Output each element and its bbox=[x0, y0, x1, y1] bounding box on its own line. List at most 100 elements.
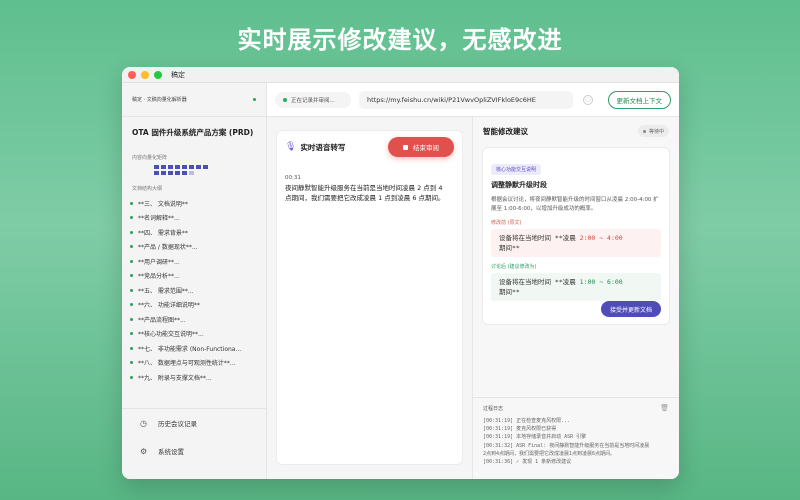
recording-dot-icon bbox=[283, 97, 287, 102]
vector-cell bbox=[203, 165, 208, 169]
before-highlight: 2:00 ~ 4:00 bbox=[579, 234, 623, 242]
outline-item[interactable]: **核心功能交互说明**... bbox=[130, 327, 258, 342]
outline-list: **三、 文档说明** **名词解释**... **四、 需求背景** **产品… bbox=[130, 196, 258, 385]
recording-status: 正在记录并审阅... bbox=[275, 91, 351, 108]
bullet-icon bbox=[130, 375, 133, 379]
after-label: 讨论后 (建议修改为) bbox=[491, 264, 537, 270]
bullet-icon bbox=[130, 201, 133, 205]
log-line: [00:31:19] 麦克风权限已获得 bbox=[483, 426, 557, 433]
vector-cell bbox=[168, 165, 173, 169]
hero-title: 实时展示修改建议，无感改进 bbox=[237, 26, 563, 54]
log-line: [00:31:32] ASR Final: 夜间静默智能升级服务在当前是当地时间… bbox=[483, 442, 650, 449]
history-meetings-link[interactable]: ◷ 历史会议记录 bbox=[122, 409, 266, 437]
system-settings-link[interactable]: ⚙ 系统设置 bbox=[122, 437, 266, 465]
outline-item[interactable]: **竞品分析**... bbox=[130, 269, 258, 284]
close-window-button[interactable] bbox=[128, 70, 136, 79]
suggestion-card-title: 调整静默升级时段 bbox=[491, 181, 547, 189]
bullet-icon bbox=[130, 332, 133, 336]
outline-item[interactable]: **五、 需求范围**... bbox=[130, 283, 258, 298]
log-line: [00:31:36] ✓ 发现 1 条新修改建议 bbox=[483, 459, 572, 466]
trash-icon[interactable]: 🗑 bbox=[660, 404, 669, 412]
outline-item[interactable]: **八、 数据埋点与可观测性统计**... bbox=[130, 356, 258, 371]
outline-item[interactable]: **名词解释**... bbox=[130, 211, 258, 226]
update-context-button[interactable]: 更新文档上下文 bbox=[607, 90, 671, 109]
before-text-box: 设备将在当地时间 **凌晨 2:00 ~ 4:00 期间** bbox=[491, 229, 661, 257]
vector-cell bbox=[161, 171, 166, 175]
after-text-box: 设备将在当地时间 **凌晨 1:00 ~ 6:00 期间** bbox=[491, 273, 661, 301]
bullet-icon bbox=[130, 259, 133, 263]
sidebar-footer: ◷ 历史会议记录 ⚙ 系统设置 bbox=[122, 408, 266, 465]
outline-item[interactable]: **产品 / 数据现状**... bbox=[130, 240, 258, 255]
gear-icon: ⚙ bbox=[140, 446, 148, 456]
outline-item[interactable]: **三、 文档说明** bbox=[130, 196, 258, 211]
sidebar-header: 稿定 · 文稿向量化解析器 bbox=[122, 83, 266, 117]
vector-cell bbox=[189, 171, 194, 175]
vector-cell bbox=[154, 171, 159, 175]
accept-and-update-button[interactable]: 接受并更新文档 bbox=[600, 301, 661, 317]
window-title: 稿定 bbox=[171, 70, 185, 79]
document-url-field[interactable]: https://my.feishu.cn/wiki/P21VwvOpliZVIF… bbox=[359, 90, 573, 109]
title-bar: 稿定 bbox=[122, 67, 679, 83]
outline-item[interactable]: **用户调研**... bbox=[130, 254, 258, 269]
bullet-icon bbox=[130, 288, 133, 292]
status-dot-icon bbox=[642, 129, 646, 133]
bullet-icon bbox=[130, 361, 133, 365]
log-line: 2点到4点期间，我们需要把它改成凌晨1点到凌晨6点期间。 bbox=[483, 450, 616, 457]
bullet-icon bbox=[130, 216, 133, 220]
minimize-window-button[interactable] bbox=[141, 70, 149, 79]
bullet-icon bbox=[130, 303, 133, 307]
vector-cell bbox=[189, 165, 194, 169]
stop-icon bbox=[403, 144, 408, 150]
main-area: 正在记录并审阅... https://my.feishu.cn/wiki/P21… bbox=[267, 83, 679, 479]
sidebar: 稿定 · 文稿向量化解析器 OTA 固件升级系统产品方案 (PRD) 内容向量化… bbox=[122, 83, 267, 479]
vector-cell bbox=[161, 165, 166, 169]
before-label: 修改前 (原文) bbox=[491, 220, 522, 226]
vector-cell bbox=[182, 165, 187, 169]
vector-cell bbox=[175, 165, 180, 169]
brand-label: 稿定 · 文稿向量化解析器 bbox=[132, 97, 187, 103]
log-line: [00:31:19] 本地存储录音并启动 ASR 引擎 bbox=[483, 434, 587, 441]
outline-item[interactable]: **七、 非功能需求 (Non-Functiona... bbox=[130, 341, 258, 356]
outline-item[interactable]: **产品流程图**... bbox=[130, 312, 258, 327]
vector-cell bbox=[168, 171, 173, 175]
vector-cell bbox=[154, 165, 159, 169]
transcript-text: 夜间静默智能升级服务在当前是当地时间凌晨 2 点到 4 点期间，我们需要把它改成… bbox=[285, 184, 445, 202]
suggestion-panel: 智能修改建议 等待中 核心功能交互说明 调整静默升级时段 根据会议讨论，将夜间静… bbox=[472, 117, 679, 479]
vector-matrix bbox=[154, 165, 214, 175]
suggestion-card-description: 根据会议讨论，将夜间静默智能升级的时间窗口从凌晨 2:00-4:00 扩展至 1… bbox=[491, 197, 659, 212]
outline-section-label: 文档结构大纲 bbox=[132, 186, 163, 192]
bullet-icon bbox=[130, 245, 133, 249]
status-badge: 等待中 bbox=[637, 125, 669, 137]
asr-header: 🎙 实时语音转写 结束审阅 bbox=[277, 131, 462, 163]
suggestion-card: 核心功能交互说明 调整静默升级时段 根据会议讨论，将夜间静默智能升级的时间窗口从… bbox=[482, 147, 670, 325]
vector-cell bbox=[196, 165, 201, 169]
bullet-icon bbox=[130, 230, 133, 234]
bullet-icon bbox=[130, 274, 133, 278]
process-log: 过程日志 🗑 [00:31:19] 正在检查麦克风权限... [00:31:19… bbox=[473, 397, 679, 479]
zoom-window-button[interactable] bbox=[154, 70, 162, 79]
vector-section-label: 内容向量化矩阵 bbox=[132, 155, 168, 161]
log-header: 过程日志 🗑 bbox=[483, 404, 669, 412]
asr-title: 实时语音转写 bbox=[300, 142, 346, 152]
suggestion-header: 智能修改建议 等待中 bbox=[473, 117, 679, 145]
section-tag: 核心功能交互说明 bbox=[491, 164, 542, 175]
outline-item[interactable]: **四、 需求背景** bbox=[130, 225, 258, 240]
outline-item[interactable]: **九、 附录与支撑文档**... bbox=[130, 370, 258, 385]
asr-panel: 🎙 实时语音转写 结束审阅 00:31 夜间静默智能升级服务在当前是当地时间凌晨… bbox=[276, 130, 463, 465]
bullet-icon bbox=[130, 346, 133, 350]
after-highlight: 1:00 ~ 6:00 bbox=[579, 278, 623, 286]
document-title: OTA 固件升级系统产品方案 (PRD) bbox=[132, 128, 254, 137]
vector-cell bbox=[182, 171, 187, 175]
end-review-button[interactable]: 结束审阅 bbox=[388, 137, 454, 157]
log-line: [00:31:19] 正在检查麦克风权限... bbox=[483, 418, 571, 424]
toolbar: 正在记录并审阅... https://my.feishu.cn/wiki/P21… bbox=[267, 83, 679, 117]
outline-item[interactable]: **六、 功能详细说明** bbox=[130, 298, 258, 313]
app-window: 稿定 稿定 · 文稿向量化解析器 OTA 固件升级系统产品方案 (PRD) 内容… bbox=[122, 67, 679, 479]
transcript-timestamp: 00:31 bbox=[285, 175, 301, 181]
bullet-icon bbox=[130, 317, 133, 321]
sync-icon[interactable]: ◌ bbox=[583, 94, 593, 105]
clock-icon: ◷ bbox=[140, 418, 147, 428]
connection-status-dot bbox=[253, 98, 256, 101]
log-lines: [00:31:19] 正在检查麦克风权限... [00:31:19] 麦克风权限… bbox=[483, 417, 669, 466]
suggestion-title: 智能修改建议 bbox=[483, 126, 528, 136]
